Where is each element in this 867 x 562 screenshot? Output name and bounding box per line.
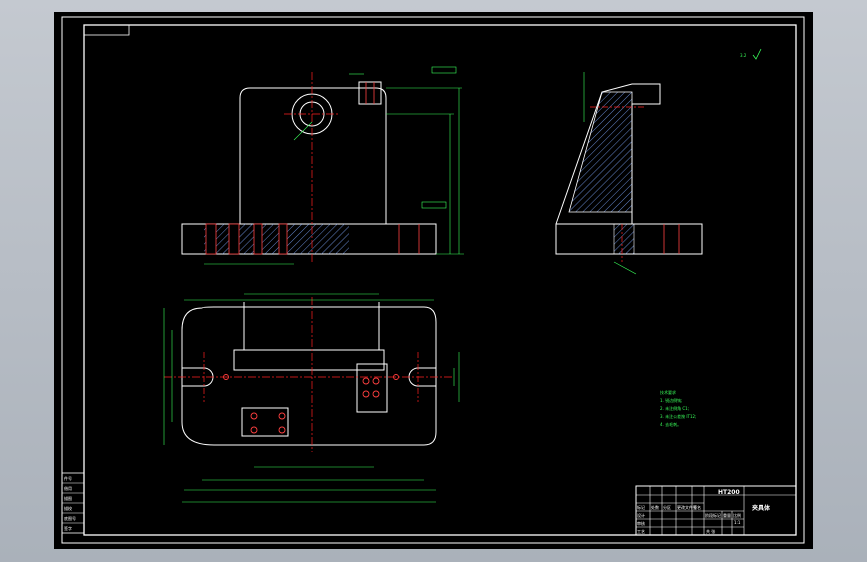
note-line-1: 1. 锐边倒钝;: [660, 397, 682, 403]
side-row-5: 底图号: [64, 515, 76, 521]
technical-notes: 技术要求 1. 锐边倒钝; 2. 未注倒角 C1; 3. 未注公差按 IT12;…: [660, 389, 696, 427]
fixture-drawing: 3.2 技术要求 1. 锐边倒钝; 2. 未注倒角 C1; 3. 未注公差按 I…: [61, 16, 805, 544]
note-line-4: 4. 去毛刺。: [660, 421, 681, 427]
side-view: [555, 72, 703, 275]
tb-label-process: 工艺: [637, 529, 645, 534]
tb-label-scale: 比例: [733, 512, 741, 518]
side-row-3: 描图: [64, 495, 72, 501]
side-row-1: 件号: [64, 475, 72, 481]
hole-pattern-left: [250, 412, 286, 434]
top-view-dimensions: [163, 293, 460, 503]
front-view: [181, 66, 464, 265]
side-row-2: 借用: [64, 485, 72, 491]
notes-heading: 技术要求: [660, 389, 676, 395]
tb-label-weight: 重量: [723, 512, 731, 518]
roughness-value: 3.2: [740, 53, 747, 58]
tb-label-design: 设计: [637, 512, 645, 518]
tb-label-sheets: 共 张: [706, 528, 715, 534]
top-view: [163, 293, 460, 503]
note-line-3: 3. 未注公差按 IT12;: [660, 413, 696, 419]
outer-border: [61, 16, 805, 544]
inner-border: [83, 24, 797, 536]
cad-viewport: 3.2 技术要求 1. 锐边倒钝; 2. 未注倒角 C1; 3. 未注公差按 I…: [0, 0, 867, 562]
tb-label-stage: 阶段标记: [705, 512, 721, 518]
roughness-symbol: 3.2: [740, 48, 762, 60]
tb-material: HT200: [718, 489, 740, 496]
tb-label-zone: 分区: [663, 504, 671, 510]
hole-pattern-right: [223, 374, 399, 398]
side-row-6: 签字: [64, 525, 72, 531]
note-line-2: 2. 未注倒角 C1;: [660, 405, 689, 411]
drawing-sheet: 3.2 技术要求 1. 锐边倒钝; 2. 未注倒角 C1; 3. 未注公差按 I…: [54, 12, 813, 549]
tb-scale-value: 1:1: [734, 520, 741, 525]
title-block: 标记 处数 分区 更改文件号 签名 设计 审核 工艺 阶段标记 重量 比例 1:…: [635, 485, 797, 536]
tb-label-sign: 签名: [693, 504, 701, 510]
side-table: 件号 借用 描图 描校 底图号 签字: [61, 472, 85, 534]
side-row-4: 描校: [64, 505, 72, 511]
tb-label-count: 处数: [651, 504, 659, 510]
tb-label-review: 审核: [637, 520, 645, 526]
tb-part-name: 夹具体: [752, 504, 771, 512]
tb-label-mark: 标记: [637, 504, 645, 510]
drawing-number-box: [83, 24, 130, 36]
